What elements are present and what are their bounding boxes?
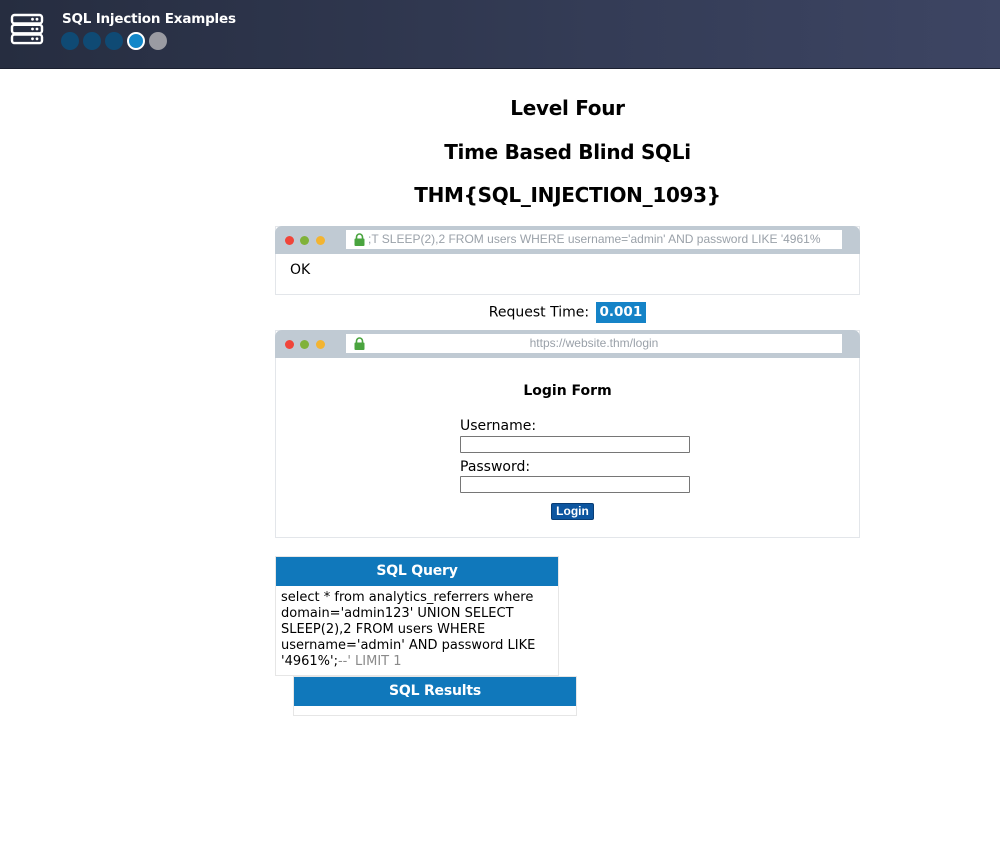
browser-title-bar: https://website.thm/login <box>275 330 860 358</box>
close-dot-icon <box>285 340 294 349</box>
request-browser-window: ;T SLEEP(2),2 FROM users WHERE username=… <box>275 226 860 295</box>
login-browser-window: https://website.thm/login Login Form Use… <box>275 330 860 538</box>
top-bar: SQL Injection Examples <box>0 0 1000 69</box>
sql-results-panel: SQL Results <box>293 676 577 716</box>
response-text: OK <box>290 262 311 278</box>
level-progress <box>61 32 167 50</box>
sql-query-main: select * from analytics_referrers where … <box>281 590 536 669</box>
url-text: https://website.thm/login <box>529 336 659 350</box>
server-database-icon <box>10 13 44 45</box>
flag-text: THM{SQL_INJECTION_1093} <box>414 183 721 207</box>
level-title: Level Four <box>510 96 625 120</box>
level-3-dot[interactable] <box>105 32 123 50</box>
request-time: Request Time: 0.001 <box>275 302 860 323</box>
level-2-dot[interactable] <box>83 32 101 50</box>
lock-icon <box>354 233 365 246</box>
maximize-dot-icon <box>300 340 309 349</box>
request-time-label: Request Time: <box>488 304 590 321</box>
browser-title-bar: ;T SLEEP(2),2 FROM users WHERE username=… <box>275 226 860 254</box>
request-time-value: 0.001 <box>595 302 647 323</box>
url-text: ;T SLEEP(2),2 FROM users WHERE username=… <box>368 232 821 246</box>
level-5-dot-locked[interactable] <box>149 32 167 50</box>
username-label: Username: <box>460 418 537 434</box>
app-title: SQL Injection Examples <box>62 11 236 27</box>
password-label: Password: <box>460 459 531 475</box>
level-1-dot[interactable] <box>61 32 79 50</box>
minimize-dot-icon <box>316 236 325 245</box>
level-4-dot-current[interactable] <box>127 32 145 50</box>
address-bar[interactable]: ;T SLEEP(2),2 FROM users WHERE username=… <box>346 230 842 249</box>
sql-query-panel: SQL Query select * from analytics_referr… <box>275 556 559 676</box>
technique-title: Time Based Blind SQLi <box>444 140 691 164</box>
login-form-title: Login Form <box>523 383 612 399</box>
password-input[interactable] <box>460 476 690 493</box>
login-button[interactable]: Login <box>551 503 594 520</box>
close-dot-icon <box>285 236 294 245</box>
minimize-dot-icon <box>316 340 325 349</box>
sql-query-title: SQL Query <box>276 557 558 586</box>
maximize-dot-icon <box>300 236 309 245</box>
username-input[interactable] <box>460 436 690 453</box>
address-bar[interactable]: https://website.thm/login <box>346 334 842 353</box>
sql-query-commented: --' LIMIT 1 <box>337 654 402 669</box>
sql-results-title: SQL Results <box>294 677 576 706</box>
sql-query-text: select * from analytics_referrers where … <box>276 586 558 670</box>
